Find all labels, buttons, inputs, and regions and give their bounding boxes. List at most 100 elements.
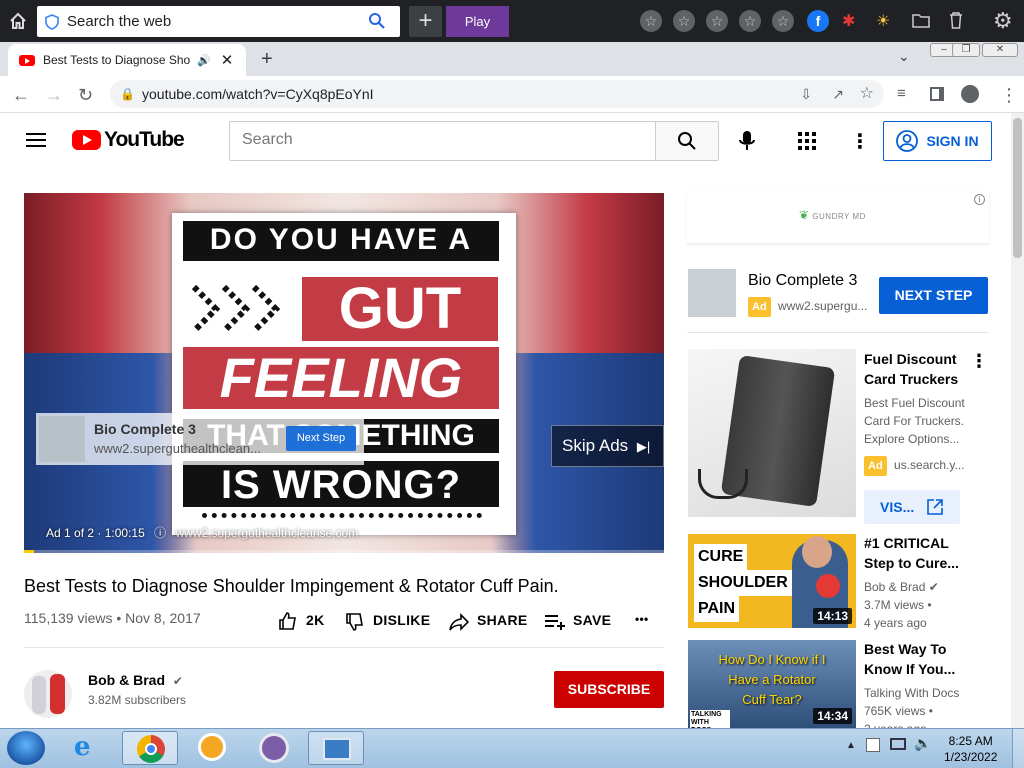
star-icon[interactable]: ☆ xyxy=(772,10,794,32)
clock-app-icon[interactable] xyxy=(198,733,226,761)
sidebar-ad-thumbnail[interactable] xyxy=(688,269,736,317)
action-center-icon[interactable] xyxy=(866,738,880,752)
account-icon xyxy=(896,130,919,152)
restore-button[interactable]: ❐ xyxy=(952,43,980,57)
yt-search-input[interactable]: Search xyxy=(229,121,656,161)
video-progress-bar[interactable] xyxy=(24,550,664,553)
star-icon[interactable]: ☆ xyxy=(706,10,728,32)
network-icon[interactable] xyxy=(890,738,906,750)
thumb-text: CURE SHOULDER PAIN xyxy=(694,544,792,622)
url-field[interactable]: 🔒 youtube.com/watch?v=CyXq8pEoYnI ⇩ ↗ ☆ xyxy=(110,80,884,108)
visit-button[interactable]: VIS... xyxy=(864,490,960,524)
more-actions-icon[interactable]: ••• xyxy=(635,612,649,626)
system-clock[interactable]: 8:25 AM 1/23/2022 xyxy=(944,733,997,765)
thumbs-down-icon[interactable] xyxy=(345,612,365,632)
promo-thumbnail[interactable] xyxy=(688,349,856,517)
sign-in-button[interactable]: SIGN IN xyxy=(883,121,992,161)
new-tab-button[interactable]: + xyxy=(261,48,273,71)
web-search-box[interactable]: Search the web xyxy=(37,6,400,37)
ad-next-step-button[interactable]: Next Step xyxy=(286,426,356,451)
side-panel-icon[interactable] xyxy=(930,87,944,101)
start-button-icon[interactable] xyxy=(7,731,45,765)
bug-icon[interactable]: ✱ xyxy=(842,11,855,31)
youtube-logo-text[interactable]: YouTube xyxy=(104,128,185,152)
forward-icon[interactable]: → xyxy=(45,85,63,106)
video-duration: 14:34 xyxy=(813,708,852,724)
reload-icon[interactable]: ↻ xyxy=(78,85,93,106)
channel-avatar[interactable] xyxy=(24,670,72,718)
like-count[interactable]: 2K xyxy=(306,612,325,628)
scrollbar-thumb[interactable] xyxy=(1013,118,1022,258)
chrome-taskbar-button[interactable] xyxy=(122,731,178,765)
profile-icon[interactable] xyxy=(961,85,979,103)
page-scrollbar[interactable] xyxy=(1011,113,1024,728)
volume-icon[interactable]: 🔈 xyxy=(914,735,931,752)
video-title[interactable]: Best Way To Know If You... xyxy=(864,639,984,679)
app-circle-icon[interactable] xyxy=(259,733,289,763)
yt-search-button[interactable] xyxy=(655,121,719,161)
channel-name[interactable]: Bob & Brad ✔ xyxy=(88,672,183,688)
youtube-logo-icon[interactable] xyxy=(72,130,101,150)
video-title[interactable]: #1 CRITICAL Step to Cure... xyxy=(864,533,984,573)
thumbs-up-icon[interactable] xyxy=(278,611,298,631)
folder-icon[interactable] xyxy=(912,12,930,28)
show-desktop-button[interactable] xyxy=(1012,729,1024,768)
apps-grid-icon[interactable] xyxy=(798,132,816,150)
speaker-icon[interactable]: 🔊 xyxy=(197,54,211,67)
info-icon[interactable]: ⓘ xyxy=(154,526,166,540)
back-icon[interactable]: ← xyxy=(12,85,30,106)
save-playlist-icon[interactable] xyxy=(545,613,567,631)
media-control-icon[interactable]: ≡ xyxy=(897,85,906,102)
add-button[interactable]: + xyxy=(409,6,442,37)
tray-expand-icon[interactable]: ▲ xyxy=(846,740,856,751)
video-player[interactable]: DO YOU HAVE A GUT FEELING THAT SOMETHING… xyxy=(24,193,664,553)
star-icon[interactable]: ☆ xyxy=(640,10,662,32)
facebook-icon[interactable]: f xyxy=(807,10,829,32)
bookmark-star-icon[interactable]: ☆ xyxy=(860,80,874,108)
ad-info-icon[interactable]: i xyxy=(974,194,985,205)
video-thumbnail[interactable]: How Do I Know if I Have a Rotator Cuff T… xyxy=(688,640,856,728)
video-views: 3.7M views • xyxy=(864,598,932,612)
tab-youtube[interactable]: Best Tests to Diagnose Shoul 🔊 ✕ xyxy=(8,44,246,76)
skip-ads-button[interactable]: Skip Ads ▶| xyxy=(551,425,664,467)
youtube-favicon-icon xyxy=(19,54,35,66)
thumb-text-line2: Have a Rotator xyxy=(728,672,816,687)
subscribe-button[interactable]: SUBSCRIBE xyxy=(554,671,664,708)
internet-explorer-icon[interactable]: e xyxy=(74,732,91,762)
close-tab-icon[interactable]: ✕ xyxy=(221,51,234,69)
play-button[interactable]: Play xyxy=(446,6,509,37)
install-icon[interactable]: ⇩ xyxy=(800,80,812,108)
thumb-text-line1: CURE xyxy=(694,544,748,570)
control-panel-taskbar-button[interactable] xyxy=(308,731,364,765)
share-page-icon[interactable]: ↗ xyxy=(832,80,844,108)
sidebar-ad-title[interactable]: Bio Complete 3 xyxy=(748,272,857,290)
tab-search-chevron-icon[interactable]: ⌄ xyxy=(898,48,910,65)
promo-menu-icon[interactable]: ⋮ xyxy=(970,351,988,372)
video-title-line1: #1 CRITICAL xyxy=(864,535,949,551)
home-icon[interactable] xyxy=(8,11,28,31)
skip-ads-label: Skip Ads xyxy=(562,436,629,455)
star-icon[interactable]: ☆ xyxy=(673,10,695,32)
settings-kebab-icon[interactable]: ⋮ xyxy=(850,129,870,154)
kebab-menu-icon[interactable]: ⋮ xyxy=(1000,85,1018,106)
ad-overlay[interactable]: Bio Complete 3 www2.superguthealthclean.… xyxy=(36,413,364,465)
sidebar-ad-banner[interactable]: ❦ GUNDRY MD i xyxy=(687,192,989,244)
search-icon[interactable] xyxy=(368,12,386,30)
share-label[interactable]: SHARE xyxy=(477,612,528,628)
trash-icon[interactable] xyxy=(948,11,964,29)
gear-icon[interactable]: ⚙ xyxy=(993,8,1013,34)
dislike-label[interactable]: DISLIKE xyxy=(373,612,430,628)
sign-in-label: SIGN IN xyxy=(926,133,979,149)
thumb-badge: TALKING WITH DOCS xyxy=(690,710,730,728)
weather-icon[interactable]: ☀ xyxy=(876,11,890,31)
ad-info-url[interactable]: www2.superguthealthcleanse.com xyxy=(175,526,358,540)
close-window-button[interactable]: ✕ xyxy=(982,43,1018,57)
next-step-button[interactable]: NEXT STEP xyxy=(879,277,988,314)
hamburger-menu-icon[interactable] xyxy=(26,133,46,147)
microphone-icon[interactable] xyxy=(738,130,756,152)
star-icon[interactable]: ☆ xyxy=(739,10,761,32)
promo-title[interactable]: Fuel Discount Card Truckers xyxy=(864,349,984,389)
video-thumbnail[interactable]: CURE SHOULDER PAIN 14:13 xyxy=(688,534,856,628)
save-label[interactable]: SAVE xyxy=(573,612,611,628)
share-icon[interactable] xyxy=(449,612,469,632)
